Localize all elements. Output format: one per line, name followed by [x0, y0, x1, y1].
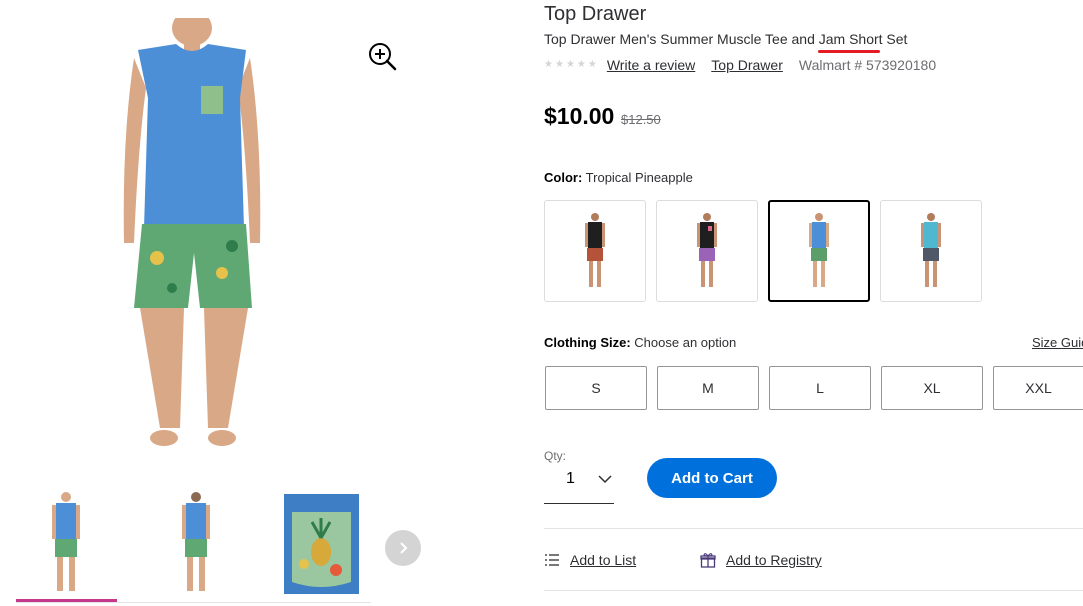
color-swatch-teal-grey[interactable] — [880, 200, 982, 302]
color-label: Color: — [544, 170, 583, 185]
divider — [544, 590, 1083, 591]
brand-link[interactable]: Top Drawer — [711, 57, 783, 73]
color-swatch-tropical-pineapple[interactable] — [768, 200, 870, 302]
swatch-blue-tropical-icon — [809, 213, 829, 287]
size-option-m[interactable]: M — [657, 366, 759, 410]
chevron-right-icon — [400, 542, 408, 554]
annotation-underline — [818, 50, 880, 53]
main-product-image[interactable] — [112, 10, 272, 458]
product-photo-man-tank-tropical-shorts — [123, 10, 261, 446]
next-thumbnail-button[interactable] — [385, 530, 421, 566]
chevron-down-icon — [598, 475, 612, 484]
color-swatch-black-purple[interactable] — [656, 200, 758, 302]
walmart-number: Walmart # 573920180 — [798, 57, 937, 73]
star-icon: ★ — [576, 59, 586, 70]
divider — [544, 528, 1083, 529]
write-review-link[interactable]: Write a review — [607, 57, 695, 73]
product-title: Top Drawer Men's Summer Muscle Tee and J… — [544, 31, 908, 47]
thumb-back-view-icon — [182, 492, 210, 591]
add-to-registry-action[interactable]: Add to Registry — [700, 550, 822, 570]
zoom-in-icon[interactable] — [366, 40, 398, 72]
size-prompt: Choose an option — [634, 335, 737, 350]
was-price: $12.50 — [621, 112, 661, 127]
star-icon: ★ — [544, 59, 553, 70]
thumbnail-back[interactable] — [144, 490, 248, 595]
size-option-l[interactable]: L — [769, 366, 871, 410]
rating-stars: ★ ★ ★ ★ ★ — [544, 60, 597, 70]
thumb-front-view-icon — [52, 492, 80, 591]
add-to-list-action[interactable]: Add to List — [544, 550, 636, 570]
swatch-black-purple-icon — [697, 213, 717, 287]
add-to-registry-label[interactable]: Add to Registry — [726, 552, 822, 568]
size-label: Clothing Size: — [544, 335, 631, 350]
quantity-value: 1 — [566, 470, 575, 487]
gift-icon — [700, 553, 716, 568]
thumb-pocket-closeup-icon — [284, 494, 359, 594]
quantity-select[interactable]: 1 — [544, 464, 614, 504]
star-icon: ★ — [554, 59, 564, 70]
product-meta-row: ★ ★ ★ ★ ★ Write a review Top Drawer Walm… — [544, 56, 936, 74]
list-icon — [545, 554, 559, 566]
thumbnail-front[interactable] — [14, 490, 118, 595]
swatch-black-red-icon — [585, 213, 605, 287]
thumbnail-pocket-closeup[interactable] — [284, 494, 359, 594]
size-option-xxl[interactable]: XXL — [993, 366, 1083, 410]
size-guide-link[interactable]: Size Guide — [1032, 335, 1083, 350]
size-option-xl[interactable]: XL — [881, 366, 983, 410]
quantity-label: Qty: — [544, 449, 567, 463]
color-label-row: Color: Tropical Pineapple — [544, 170, 693, 185]
current-price: $10.00 — [544, 103, 615, 129]
add-to-cart-button[interactable]: Add to Cart — [647, 458, 777, 498]
brand-heading: Top Drawer — [544, 3, 647, 25]
size-option-s[interactable]: S — [545, 366, 647, 410]
thumbnail-divider — [16, 602, 371, 603]
size-label-row: Clothing Size: Choose an option — [544, 335, 736, 350]
color-swatch-black-red[interactable] — [544, 200, 646, 302]
add-to-list-label[interactable]: Add to List — [570, 552, 636, 568]
star-icon: ★ — [587, 59, 597, 70]
star-icon: ★ — [565, 59, 575, 70]
color-selected-value: Tropical Pineapple — [585, 170, 693, 185]
swatch-teal-grey-icon — [921, 213, 941, 287]
